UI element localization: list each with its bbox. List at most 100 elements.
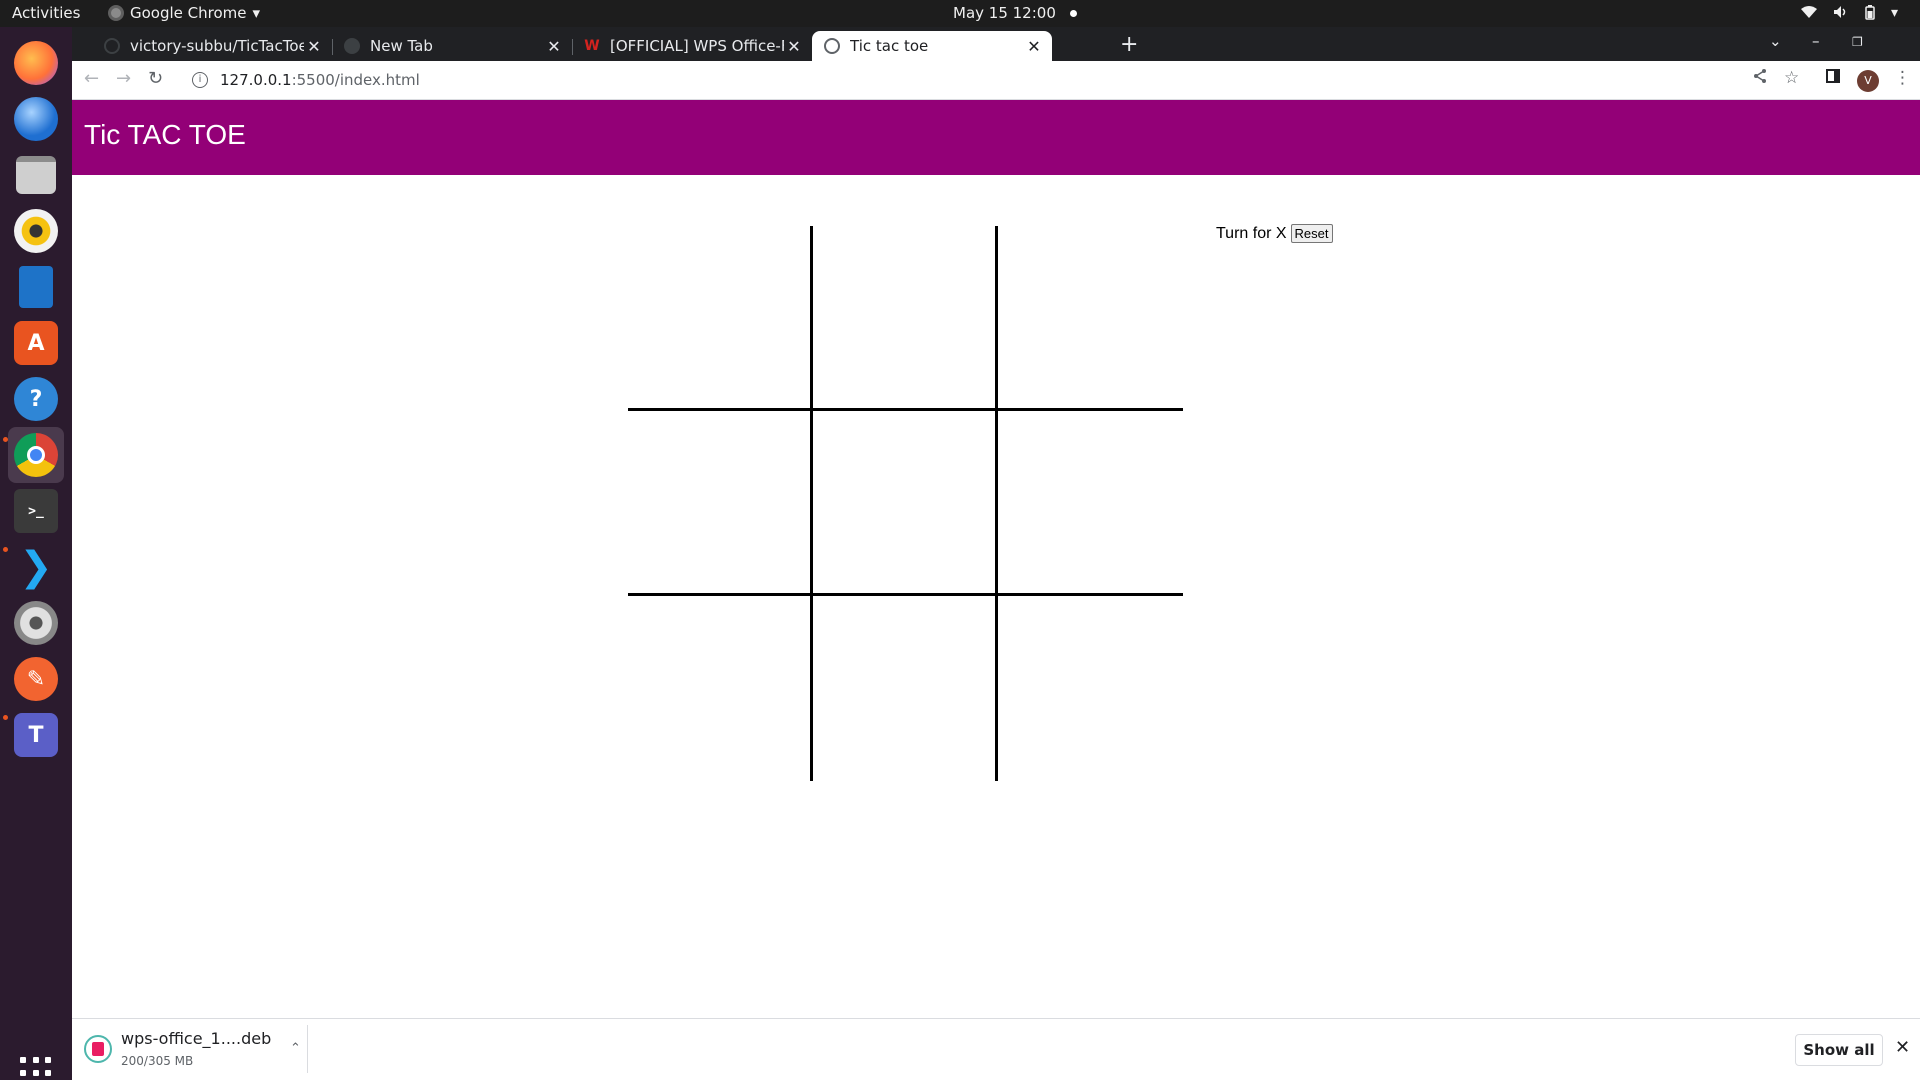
web-page: Tic TAC TOE Turn for X Reset	[72, 100, 1920, 1018]
dock-firefox[interactable]	[8, 35, 64, 91]
board-cell[interactable]	[998, 411, 1183, 596]
address-bar[interactable]: i 127.0.0.1:5500/index.html	[180, 65, 1770, 95]
github-icon	[104, 38, 120, 54]
dock-pen-app[interactable]: ✎	[8, 651, 64, 707]
minimize-icon[interactable]: –	[1812, 32, 1820, 50]
share-icon[interactable]	[1752, 68, 1768, 89]
tab-search-icon[interactable]: ⌄	[1769, 32, 1782, 50]
game-board	[628, 226, 1186, 781]
browser-toolbar: ← → ↻ i 127.0.0.1:5500/index.html ☆ V ⋮	[72, 61, 1920, 100]
settings-icon	[14, 601, 58, 645]
show-applications-icon[interactable]	[20, 1057, 52, 1089]
menu-kebab-icon[interactable]: ⋮	[1894, 68, 1911, 88]
wifi-icon	[1800, 5, 1817, 24]
url-host: 127.0.0.1	[220, 71, 292, 89]
game-info: Turn for X Reset	[1216, 224, 1333, 243]
notification-dot-icon	[1069, 9, 1077, 17]
volume-icon	[1833, 5, 1849, 24]
url-path: :5500/index.html	[291, 71, 420, 89]
firefox-icon	[14, 41, 58, 85]
tab-title: Tic tac toe	[850, 37, 929, 55]
system-top-bar: Activities Google Chrome ▾ May 15 12:00 …	[0, 0, 1920, 27]
dock-vscode[interactable]: ❯	[8, 539, 64, 595]
dock-thunderbird[interactable]	[8, 91, 64, 147]
chevron-up-icon[interactable]: ⌃	[290, 1041, 301, 1056]
battery-icon	[1865, 5, 1875, 24]
site-info-icon[interactable]: i	[192, 72, 208, 88]
vscode-icon: ❯	[19, 544, 53, 590]
close-tab-icon[interactable]: ✕	[1024, 37, 1044, 56]
tab-title: New Tab	[370, 37, 433, 55]
dock-terminal[interactable]: >_	[8, 483, 64, 539]
profile-avatar[interactable]: V	[1857, 70, 1879, 92]
board-cell[interactable]	[813, 596, 998, 781]
clock[interactable]: May 15 12:00	[953, 4, 1077, 22]
help-icon: ?	[14, 377, 58, 421]
app-menu[interactable]: Google Chrome ▾	[108, 4, 260, 22]
tab-wps-office[interactable]: W [OFFICIAL] WPS Office-Free ✕	[572, 31, 812, 61]
close-tab-icon[interactable]: ✕	[544, 37, 564, 56]
bookmark-star-icon[interactable]: ☆	[1784, 68, 1799, 88]
side-panel-icon[interactable]	[1826, 68, 1840, 88]
dock-help[interactable]: ?	[8, 371, 64, 427]
tab-title: victory-subbu/TicTacToe	[130, 37, 304, 55]
chrome-small-icon	[108, 5, 124, 21]
forward-icon[interactable]: →	[116, 68, 131, 89]
activities-button[interactable]: Activities	[12, 4, 80, 22]
download-bar: wps-office_1....deb 200/305 MB ⌃ Show al…	[72, 1018, 1920, 1080]
page-title: Tic TAC TOE	[84, 119, 246, 150]
close-tab-icon[interactable]: ✕	[784, 37, 804, 56]
clock-label: May 15 12:00	[953, 4, 1056, 22]
files-icon	[16, 156, 56, 194]
tab-github[interactable]: victory-subbu/TicTacToe ✕	[92, 31, 332, 61]
dock-teams[interactable]: T	[8, 707, 64, 763]
board-cell[interactable]	[628, 596, 813, 781]
dock-settings[interactable]	[8, 595, 64, 651]
tab-tic-tac-toe[interactable]: Tic tac toe ✕	[812, 31, 1052, 61]
tab-new-tab[interactable]: New Tab ✕	[332, 31, 572, 61]
show-all-button[interactable]: Show all	[1795, 1034, 1883, 1066]
dock-app-center[interactable]: A	[8, 315, 64, 371]
power-menu-chevron-icon: ▾	[1890, 5, 1898, 21]
chrome-icon	[14, 433, 58, 477]
terminal-icon: >_	[14, 489, 58, 533]
rhythmbox-icon	[14, 209, 58, 253]
turn-status: Turn for X	[1216, 224, 1287, 242]
download-progress-icon	[84, 1035, 112, 1063]
system-tray[interactable]: ▾	[1800, 5, 1898, 24]
dock-chrome[interactable]	[8, 427, 64, 483]
app-menu-label: Google Chrome	[130, 4, 247, 22]
dock-writer[interactable]	[8, 259, 64, 315]
writer-icon	[19, 266, 53, 308]
restore-icon[interactable]: ❐	[1852, 35, 1863, 49]
board-cell[interactable]	[998, 226, 1183, 411]
download-item[interactable]: wps-office_1....deb 200/305 MB ⌃	[84, 1029, 304, 1073]
board-cell[interactable]	[628, 226, 813, 411]
reset-button[interactable]: Reset	[1290, 224, 1333, 243]
dock-files[interactable]	[8, 147, 64, 203]
download-progress-text: 200/305 MB	[121, 1054, 194, 1068]
new-tab-button[interactable]: +	[1120, 32, 1138, 57]
back-icon[interactable]: ←	[84, 68, 99, 89]
tab-title: [OFFICIAL] WPS Office-Free	[610, 37, 784, 55]
pen-icon: ✎	[14, 657, 58, 701]
reload-icon[interactable]: ↻	[148, 68, 163, 89]
download-divider	[307, 1025, 308, 1073]
thunderbird-icon	[14, 97, 58, 141]
board-cell[interactable]	[813, 411, 998, 596]
dock: A ? >_ ❯ ✎ T	[0, 27, 72, 1089]
download-file-name: wps-office_1....deb	[121, 1029, 272, 1048]
app-center-icon: A	[14, 321, 58, 365]
chevron-down-icon: ▾	[252, 4, 261, 22]
close-tab-icon[interactable]: ✕	[304, 37, 324, 56]
board-cell[interactable]	[813, 226, 998, 411]
board-cell[interactable]	[628, 411, 813, 596]
board-cell[interactable]	[998, 596, 1183, 781]
dock-rhythmbox[interactable]	[8, 203, 64, 259]
globe-icon	[824, 38, 840, 54]
chrome-tab-icon	[344, 38, 360, 54]
wps-icon: W	[584, 38, 600, 54]
close-download-bar-icon[interactable]: ✕	[1895, 1037, 1910, 1058]
page-header: Tic TAC TOE	[72, 100, 1920, 175]
tab-strip: victory-subbu/TicTacToe ✕ New Tab ✕ W [O…	[72, 27, 1920, 61]
